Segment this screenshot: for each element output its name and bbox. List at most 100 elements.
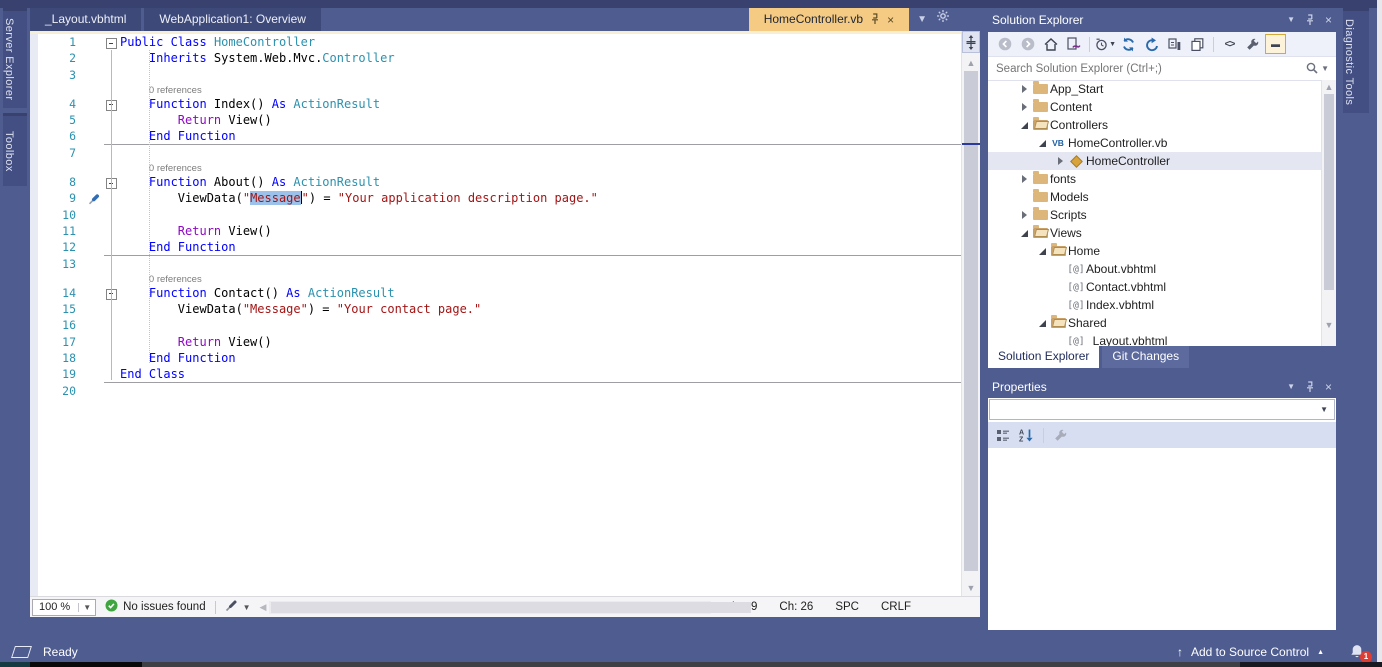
collapse-region-icon[interactable] [104, 34, 120, 50]
tree-item-app-start[interactable]: App_Start [988, 80, 1322, 98]
pending-changes-icon[interactable]: ▼ [1095, 34, 1116, 54]
code-line-15[interactable]: 15ViewData("Message") = "Your contact pa… [30, 301, 962, 317]
tree-item-home[interactable]: Home [988, 242, 1322, 260]
categorized-icon[interactable] [992, 425, 1013, 445]
code-line-13[interactable]: 13 [30, 256, 962, 272]
codelens-row[interactable]: 0 references [30, 272, 962, 285]
background-tasks-icon[interactable] [11, 646, 32, 658]
code-line-3[interactable]: 3 [30, 67, 962, 83]
horizontal-scrollbar[interactable] [269, 601, 710, 614]
tree-item-content[interactable]: Content [988, 98, 1322, 116]
tree-item-scripts[interactable]: Scripts [988, 206, 1322, 224]
column-indicator[interactable]: Ch: 26 [768, 601, 824, 613]
code-line-17[interactable]: 17Return View() [30, 334, 962, 350]
tree-vertical-scrollbar[interactable]: ▲ ▼ [1321, 80, 1336, 346]
code-line-4[interactable]: 4Function Index() As ActionResult [30, 96, 962, 112]
code-line-12[interactable]: 12End Function [30, 239, 962, 255]
properties-titlebar[interactable]: Properties ▼× [992, 376, 1332, 398]
scrollbar-thumb[interactable] [1324, 94, 1334, 290]
notifications-button[interactable]: 1 [1350, 644, 1368, 660]
code-editor[interactable]: 1Public Class HomeController2Inherits Sy… [30, 31, 980, 617]
pin-icon[interactable] [1305, 14, 1315, 26]
tree-item-controllers[interactable]: Controllers [988, 116, 1322, 134]
tree-item-shared[interactable]: Shared [988, 314, 1322, 332]
collapse-arrow-icon[interactable] [1036, 248, 1048, 255]
collapse-all-icon[interactable] [1164, 34, 1185, 54]
add-to-source-control-button[interactable]: Add to Source Control [1191, 645, 1309, 659]
wrench-icon[interactable] [1242, 34, 1263, 54]
code-line-8[interactable]: 8Function About() As ActionResult [30, 174, 962, 190]
close-icon[interactable]: × [1325, 14, 1332, 26]
collapse-region-icon[interactable] [104, 96, 120, 112]
scrollbar-thumb[interactable] [964, 71, 978, 571]
expand-arrow-icon[interactable] [1018, 175, 1030, 183]
codelens-row[interactable]: 0 references [30, 161, 962, 174]
sync-icon[interactable] [1118, 34, 1139, 54]
hscroll-left-icon[interactable]: ◀ [260, 602, 267, 613]
tree-item--layout-vbhtml[interactable]: [@]_Layout.vbhtml [988, 332, 1322, 346]
code-line-20[interactable]: 20 [30, 383, 962, 399]
tree-item-about-vbhtml[interactable]: [@]About.vbhtml [988, 260, 1322, 278]
show-all-files-icon[interactable] [1187, 34, 1208, 54]
collapse-region-icon[interactable] [104, 174, 120, 190]
hscroll-thumb[interactable] [271, 602, 751, 613]
code-line-18[interactable]: 18End Function [30, 350, 962, 366]
code-line-10[interactable]: 10 [30, 207, 962, 223]
tree-item-homecontroller-vb[interactable]: VBHomeController.vb [988, 134, 1322, 152]
solution-explorer-titlebar[interactable]: Solution Explorer ▼× [992, 8, 1332, 32]
home-icon[interactable] [1040, 34, 1061, 54]
code-line-19[interactable]: 19End Class [30, 366, 962, 382]
scroll-down-icon[interactable]: ▼ [962, 581, 980, 595]
preview-selected-icon[interactable]: ▬ [1265, 34, 1286, 54]
search-input[interactable] [988, 63, 1299, 75]
code-line-7[interactable]: 7 [30, 145, 962, 161]
tree-item-fonts[interactable]: fonts [988, 170, 1322, 188]
pin-icon[interactable] [1305, 381, 1315, 393]
zoom-selector[interactable]: 100 % ▼ [32, 599, 96, 616]
chevron-up-icon[interactable]: ▲ [1317, 648, 1324, 656]
tab-webapplication1-overview[interactable]: WebApplication1: Overview [144, 8, 321, 31]
screwdriver-icon[interactable] [88, 190, 104, 206]
editor-vertical-scrollbar[interactable]: ▲ ▼ [961, 31, 980, 597]
tree-item-homecontroller[interactable]: HomeController [988, 152, 1322, 170]
tab-homecontroller-vb[interactable]: HomeController.vb × [749, 8, 909, 31]
sync-active-doc-icon[interactable] [1063, 34, 1084, 54]
collapse-arrow-icon[interactable] [1036, 140, 1048, 147]
collapse-region-icon[interactable] [104, 285, 120, 301]
code-line-16[interactable]: 16 [30, 317, 962, 333]
split-window-handle[interactable] [962, 31, 980, 53]
chevron-down-icon[interactable]: ▼ [1321, 64, 1329, 73]
search-icon[interactable] [1306, 62, 1318, 76]
close-icon[interactable]: × [887, 14, 894, 26]
code-line-5[interactable]: 5Return View() [30, 112, 962, 128]
code-line-1[interactable]: 1Public Class HomeController [30, 34, 962, 50]
pin-icon[interactable] [870, 13, 880, 27]
code-line-6[interactable]: 6End Function [30, 128, 962, 144]
sidebar-tab-diagnostic-tools[interactable]: Diagnostic Tools [1343, 8, 1369, 113]
solution-explorer-search[interactable]: ▼ [988, 56, 1336, 81]
tree-item-models[interactable]: Models [988, 188, 1322, 206]
back-icon[interactable] [994, 34, 1015, 54]
forward-icon[interactable] [1017, 34, 1038, 54]
line-ending-indicator[interactable]: CRLF [870, 601, 922, 613]
close-icon[interactable]: × [1325, 381, 1332, 393]
tab-git-changes[interactable]: Git Changes [1102, 346, 1189, 368]
health-indicator[interactable]: No issues found [96, 599, 214, 615]
code-line-9[interactable]: 9ViewData("Message") = "Your application… [30, 190, 962, 206]
scroll-up-icon[interactable]: ▲ [962, 56, 980, 70]
tree-item-contact-vbhtml[interactable]: [@]Contact.vbhtml [988, 278, 1322, 296]
gear-icon[interactable] [932, 8, 954, 31]
code-line-2[interactable]: 2Inherits System.Web.Mvc.Controller [30, 50, 962, 66]
scroll-down-icon[interactable]: ▼ [1322, 318, 1336, 332]
sidebar-tab-toolbox[interactable]: Toolbox [3, 113, 27, 186]
chevron-down-icon[interactable]: ▼ [1287, 383, 1295, 391]
sidebar-tab-server-explorer[interactable]: Server Explorer [3, 8, 27, 108]
sort-az-icon[interactable]: AZ [1016, 425, 1037, 445]
collapse-arrow-icon[interactable] [1018, 122, 1030, 129]
refresh-icon[interactable] [1141, 34, 1162, 54]
expand-arrow-icon[interactable] [1018, 211, 1030, 219]
spaces-indicator[interactable]: SPC [824, 601, 870, 613]
code-cleanup-button[interactable]: ▼ [216, 599, 260, 615]
tab-solution-explorer[interactable]: Solution Explorer [988, 346, 1099, 368]
collapse-arrow-icon[interactable] [1018, 230, 1030, 237]
